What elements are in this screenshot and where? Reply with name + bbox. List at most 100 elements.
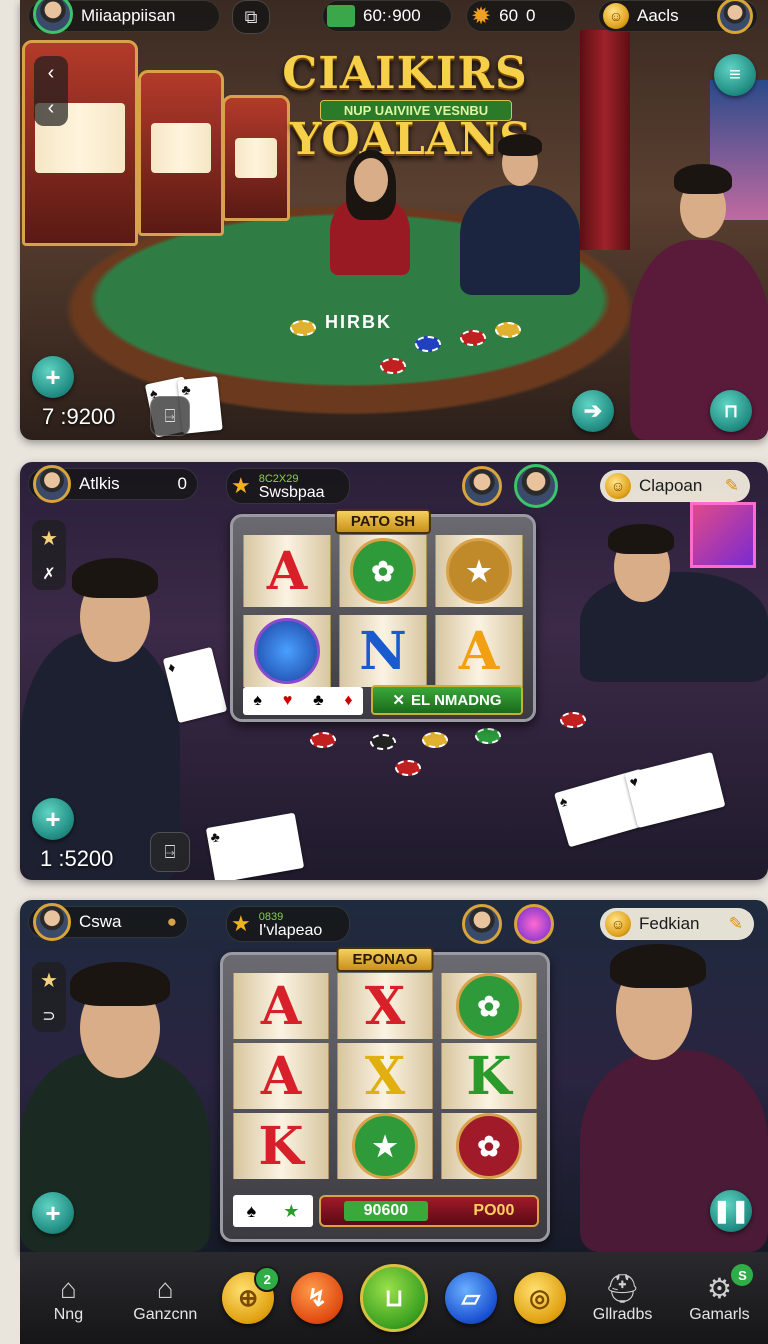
action-button[interactable]: ✕ EL NMADNG [371, 685, 523, 715]
reel-symbol: X [337, 1043, 433, 1109]
nav-gold-button[interactable]: ◎ [513, 1272, 566, 1324]
chip [380, 358, 406, 374]
avatar[interactable] [717, 0, 753, 34]
bet-value: 90600 [343, 1201, 429, 1221]
promo-name: I'vlapeao [258, 922, 323, 939]
chat-icon: ✎ [728, 914, 743, 933]
playing-card: ♣ [205, 812, 305, 880]
slot-machine [138, 70, 224, 236]
orb-icon [254, 618, 320, 684]
back-nav[interactable]: ‹ ‹ [34, 56, 68, 126]
poker-table-2[interactable]: ♦ ♣ ♠ ♥ PATO SH A ✿ ★ N A ♠ ♥ ♣ ♦ ✕ EL NMAD… [20, 462, 768, 880]
star-icon[interactable]: ★ [40, 526, 58, 551]
chevron-left-icon[interactable]: ‹ [48, 97, 55, 120]
add-button[interactable]: + [32, 356, 74, 398]
bottom-nav: ⌂ Nng ⌂ Ganzcnn ⊕ 2 ↯ ⊔ ▱ ◎ ⛑ Gllradbs ⚙… [20, 1252, 768, 1344]
right-profile[interactable]: ☺ Clapoan ✎ [600, 470, 750, 502]
door-icon: ⍈ [164, 405, 176, 426]
poker-table-3[interactable]: EPONAO A X ✿ A X K K ★ ✿ ♠ ★ 90600 PO00 C… [20, 900, 768, 1252]
gems-extra: 0 [526, 6, 536, 25]
chip [395, 760, 421, 776]
avatar[interactable] [33, 465, 71, 503]
seal-icon: ✿ [456, 973, 522, 1039]
nav-play-button[interactable]: ⊔ [359, 1264, 428, 1332]
table-score: 1 :5200 [40, 846, 114, 871]
right-profile[interactable]: ☺ Aacls [598, 0, 758, 34]
nav-games[interactable]: ⌂ Ganzcnn [125, 1272, 205, 1324]
slot-title: EPONAO [336, 947, 434, 972]
star-icon[interactable]: ★ [40, 968, 58, 993]
reel-symbol [243, 615, 331, 687]
slot-panel[interactable]: PATO SH A ✿ ★ N A ♠ ♥ ♣ ♦ ✕ EL NMADNG [230, 509, 536, 722]
plus-icon: + [45, 803, 61, 834]
promo-badge[interactable]: ★ 0839 I'vlapeao [226, 906, 350, 942]
tool-icon[interactable]: ✗ [42, 564, 55, 584]
spade-icon: ♠ [246, 1200, 257, 1221]
nav-label: Ganzcnn [133, 1306, 198, 1323]
chevron-left-icon[interactable]: ‹ [48, 62, 55, 85]
chip [422, 732, 448, 748]
cash-balance[interactable]: 60:·900 [322, 0, 452, 32]
nav-leaderboards[interactable]: ⛑ Gllradbs [583, 1272, 663, 1324]
cash-icon [327, 5, 355, 27]
tools-icon: ✕ [392, 692, 405, 709]
right-name: Fedkian [639, 914, 700, 933]
right-profile[interactable]: ☺ Fedkian ✎ [600, 908, 754, 940]
player-name: Miiaappiisan [81, 6, 176, 25]
cash-amount: 60:·900 [363, 6, 421, 25]
player-profile[interactable]: Atlkis 0 [28, 465, 198, 503]
hair [608, 524, 674, 554]
nav-blue-button[interactable]: ▱ [444, 1272, 497, 1324]
heart-icon: ♥ [282, 692, 293, 709]
slot-panel[interactable]: EPONAO A X ✿ A X K K ★ ✿ ♠ ★ 90600 PO00 [220, 947, 550, 1242]
next-button[interactable]: ➔ [572, 390, 614, 432]
arrow-right-icon: ➔ [583, 398, 603, 423]
nav-home[interactable]: ⌂ Nng [28, 1272, 108, 1324]
event-avatar[interactable] [514, 904, 554, 944]
tool-icon[interactable]: ⊃ [42, 1006, 55, 1026]
seal-icon: ✿ [350, 538, 416, 604]
player-profile[interactable]: Cswa ● [28, 903, 188, 941]
diamond-icon: ♦ [344, 692, 353, 709]
side-tools[interactable]: ★ ✗ [32, 520, 66, 590]
add-button[interactable]: + [32, 1192, 74, 1234]
add-button[interactable]: + [32, 798, 74, 840]
reel-symbol: ★ [337, 1113, 433, 1179]
card-strip: ♠ ♥ ♣ ♦ [243, 687, 363, 715]
chart-icon: ⧉ [244, 6, 258, 27]
gems-balance[interactable]: ✹ 60 0 [466, 0, 576, 32]
exit-button[interactable]: ⍈ [150, 832, 190, 872]
opponent-avatar[interactable] [462, 466, 502, 506]
side-tools[interactable]: ★ ⊃ [32, 962, 66, 1032]
opponent-avatar[interactable] [514, 464, 558, 508]
star-icon: ★ [231, 473, 251, 498]
bet-bar[interactable]: 90600 PO00 [319, 1195, 539, 1227]
menu-button[interactable]: ≡ [714, 54, 756, 96]
info-icon[interactable]: ● [167, 912, 177, 932]
stats-button[interactable]: ⧉ [232, 0, 270, 34]
avatar[interactable] [33, 903, 71, 941]
spade-icon: ♠ [253, 692, 262, 709]
nav-coin-button[interactable]: ⊕ 2 [222, 1266, 281, 1324]
player-name: Cswa [79, 912, 122, 931]
player-name: Atlkis [79, 474, 120, 493]
reel-symbol: A [435, 615, 523, 687]
nav-settings[interactable]: ⚙ S Gamarls [679, 1264, 759, 1324]
settings-badge: S [731, 1264, 754, 1286]
player-profile[interactable]: Miiaappiisan [28, 0, 220, 34]
poker-table-1[interactable]: CIAIKIRS NUP UAIVIIVE VESNBU YOALANS HIR… [20, 0, 768, 440]
exit-button[interactable]: ⍈ [150, 396, 190, 436]
pause-button[interactable]: ❚❚ [710, 1190, 752, 1232]
menu-icon: ≡ [729, 63, 741, 86]
plus-icon: + [45, 1197, 61, 1228]
club-icon: ♣ [313, 692, 324, 709]
reel-symbol: A [233, 973, 329, 1039]
seat-button[interactable]: ⊓ [710, 390, 752, 432]
avatar[interactable] [33, 0, 73, 34]
square-icon: ▱ [461, 1284, 481, 1312]
reel-grid: A X ✿ A X K K ★ ✿ [233, 973, 537, 1179]
nav-boost-button[interactable]: ↯ [291, 1272, 344, 1324]
promo-badge[interactable]: ★ 8C2X29 Swsbpaa [226, 468, 350, 504]
opponent-avatar[interactable] [462, 904, 502, 944]
bet-label: PO00 [473, 1202, 515, 1219]
